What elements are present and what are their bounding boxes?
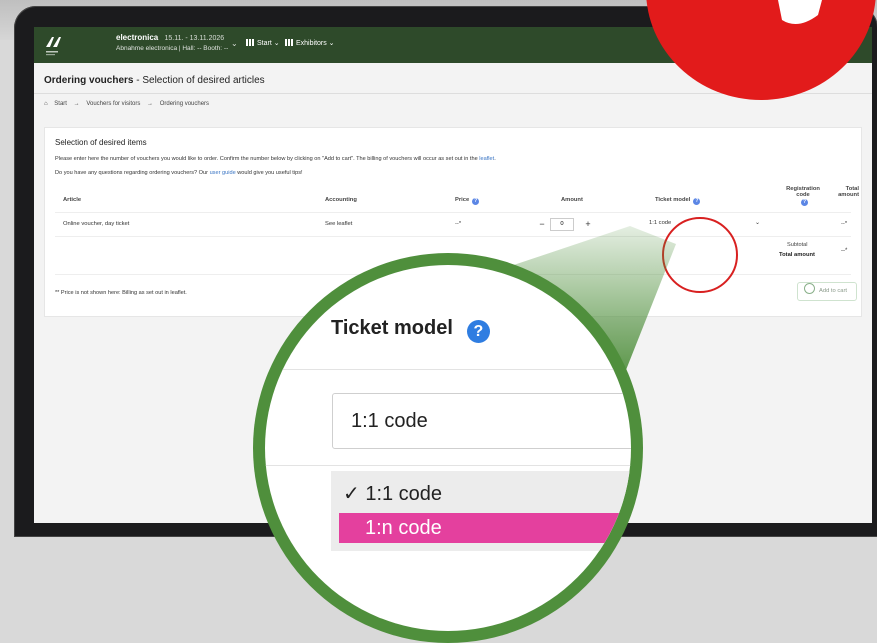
hand-icon [752,0,822,24]
zoom-magnifier: Ticket model? 1:1 code ✓ 1:1 code 1:n co… [253,253,643,643]
zoom-header-label: Ticket model [331,317,453,339]
dropdown-option-1-n-code[interactable]: 1:n code [339,513,631,543]
zoom-ticket-model-select[interactable]: 1:1 code [332,393,631,449]
dropdown-option-1-1-code[interactable]: ✓ 1:1 code [343,481,442,506]
zoom-content: Ticket model? 1:1 code ✓ 1:1 code 1:n co… [265,265,631,631]
divider [265,465,631,466]
zoom-header: Ticket model? [331,317,490,343]
help-icon[interactable]: ? [466,320,490,343]
dropdown-menu: ✓ 1:1 code 1:n code [331,471,631,551]
divider [265,369,631,370]
